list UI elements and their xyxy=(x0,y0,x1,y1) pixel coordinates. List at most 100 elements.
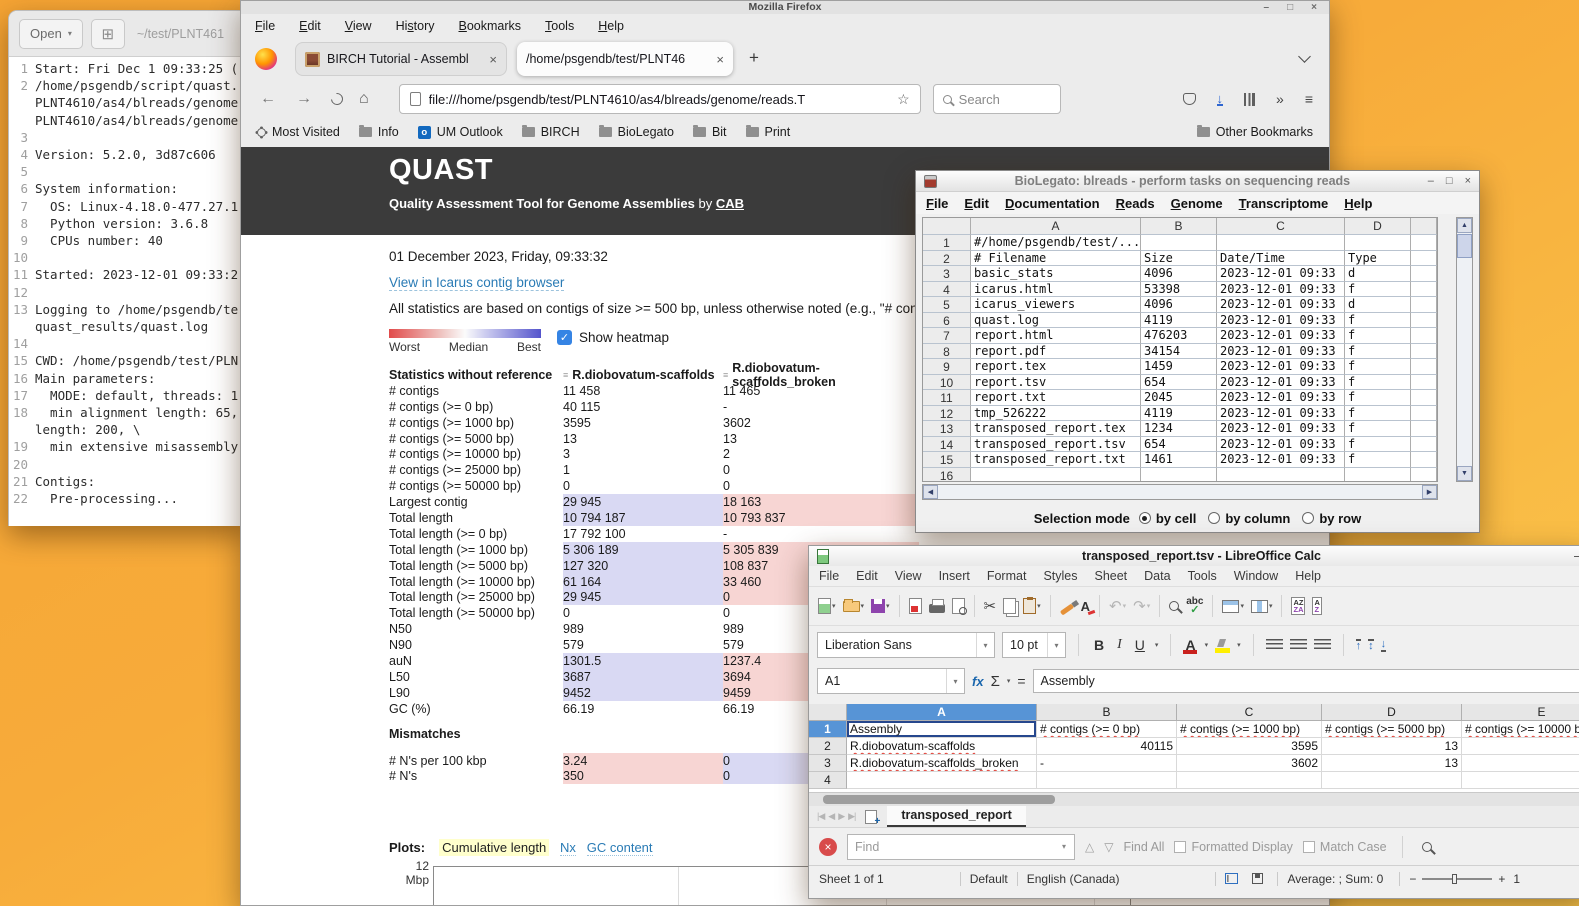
table-row[interactable]: 6quast.log41192023-12-01 09:33f xyxy=(923,313,1437,329)
bookmark-print[interactable]: Print xyxy=(746,125,791,139)
zoom-out-button[interactable]: − xyxy=(1409,872,1416,886)
bookmark-star-icon[interactable]: ☆ xyxy=(897,91,910,108)
bookmark-most-visited[interactable]: Most Visited xyxy=(257,125,340,139)
close-button[interactable]: × xyxy=(1465,175,1471,187)
cell[interactable]: f xyxy=(1345,375,1411,391)
spelling-button[interactable]: abc✓ xyxy=(1183,593,1206,619)
cell[interactable]: 53398 xyxy=(1141,282,1217,298)
formula-button[interactable]: = xyxy=(1017,673,1025,689)
cell-B4[interactable] xyxy=(1037,772,1177,789)
bookmark-birch[interactable]: BIRCH xyxy=(522,125,580,139)
menu-item-help[interactable]: Help xyxy=(1344,196,1372,211)
new-button[interactable]: ▾ xyxy=(815,593,839,619)
cell[interactable]: f xyxy=(1345,406,1411,422)
cab-link[interactable]: CAB xyxy=(716,196,744,211)
open-button[interactable]: Open ▾ xyxy=(19,19,83,49)
highlight-color-button[interactable] xyxy=(1215,639,1230,651)
formula-input[interactable]: Assembly xyxy=(1033,669,1579,693)
firefox-logo-icon[interactable] xyxy=(255,48,277,70)
save-button[interactable]: ▾ xyxy=(868,593,893,619)
row-header-1[interactable]: 1 xyxy=(809,721,847,738)
menu-item-styles[interactable]: Styles xyxy=(1043,569,1077,583)
find-next-button[interactable]: ▽ xyxy=(1104,840,1113,854)
cell[interactable]: 2023-12-01 09:33 xyxy=(1217,359,1345,375)
cell[interactable]: d xyxy=(1345,266,1411,282)
show-heatmap-checkbox[interactable]: ✓ xyxy=(557,330,572,345)
menu-item-window[interactable]: Window xyxy=(1234,569,1278,583)
close-find-bar-button[interactable]: × xyxy=(819,838,837,856)
cell[interactable]: 2023-12-01 09:33 xyxy=(1217,452,1345,468)
cell[interactable] xyxy=(1345,235,1411,251)
open-button[interactable]: ▾ xyxy=(840,593,868,619)
home-button[interactable]: ⌂ xyxy=(359,90,369,108)
tab-birch-tutorial[interactable]: BIRCH Tutorial - Assembl × xyxy=(295,42,507,76)
cell-A3[interactable]: R.diobovatum-scaffolds_broken xyxy=(847,755,1037,772)
row-header[interactable]: 1 xyxy=(923,235,971,251)
align-bottom-button[interactable]: ↓ xyxy=(1381,639,1387,652)
table-row[interactable]: 9report.tex14592023-12-01 09:33f xyxy=(923,359,1437,375)
formatted-display-checkbox[interactable]: Formatted Display xyxy=(1174,840,1292,854)
clear-formatting-button[interactable]: A xyxy=(1078,593,1093,619)
last-sheet-icon[interactable]: ▶| xyxy=(848,811,855,822)
row-header[interactable]: 9 xyxy=(923,359,971,375)
cell[interactable]: 4119 xyxy=(1141,313,1217,329)
row-header-2[interactable]: 2 xyxy=(809,738,847,755)
minimize-button[interactable]: – xyxy=(1428,175,1434,187)
bookmark-bit[interactable]: Bit xyxy=(693,125,727,139)
cell[interactable] xyxy=(1217,468,1345,483)
table-row[interactable]: 10report.tsv6542023-12-01 09:33f xyxy=(923,375,1437,391)
page-style[interactable]: Default xyxy=(970,872,1008,886)
menu-item-view[interactable]: View xyxy=(895,569,922,583)
underline-button[interactable]: U xyxy=(1132,637,1148,653)
url-bar[interactable]: file:///home/psgendb/test/PLNT4610/as4/b… xyxy=(399,84,921,114)
select-all-corner[interactable] xyxy=(809,704,847,721)
vertical-scrollbar[interactable]: ▲ ▼ xyxy=(1456,217,1473,482)
cell[interactable]: 2023-12-01 09:33 xyxy=(1217,282,1345,298)
cell-E1[interactable]: # contigs (>= 10000 bp) xyxy=(1462,721,1579,738)
cell[interactable]: 1459 xyxy=(1141,359,1217,375)
menu-item-sheet[interactable]: Sheet xyxy=(1094,569,1127,583)
menu-item-tools[interactable]: Tools xyxy=(1188,569,1217,583)
copy-button[interactable] xyxy=(1000,593,1019,619)
menu-item-format[interactable]: Format xyxy=(987,569,1027,583)
sort-ascending-button[interactable]: AZ xyxy=(1309,593,1324,619)
next-sheet-icon[interactable]: ▶ xyxy=(838,811,844,822)
table-row[interactable]: 7report.html4762032023-12-01 09:33f xyxy=(923,328,1437,344)
cell[interactable]: transposed_report.tsv xyxy=(971,437,1141,453)
column-header-A[interactable]: A xyxy=(971,218,1141,235)
cell[interactable]: report.tsv xyxy=(971,375,1141,391)
scrollbar-thumb[interactable] xyxy=(1457,234,1472,258)
menu-item-documentation[interactable]: Documentation xyxy=(1005,196,1100,211)
align-top-button[interactable]: ↑ xyxy=(1356,639,1362,652)
biolegato-titlebar[interactable]: BioLegato: blreads - perform tasks on se… xyxy=(916,171,1479,192)
insert-mode-icon[interactable]: I xyxy=(1225,873,1238,884)
cell[interactable]: f xyxy=(1345,437,1411,453)
table-row[interactable]: 16 xyxy=(923,468,1437,483)
cell[interactable]: 4119 xyxy=(1141,406,1217,422)
menu-item-view[interactable]: View xyxy=(345,19,372,33)
cell[interactable]: 4096 xyxy=(1141,266,1217,282)
menu-item-help[interactable]: Help xyxy=(598,19,624,33)
cell[interactable]: 2023-12-01 09:33 xyxy=(1217,266,1345,282)
sort-button[interactable]: AZZA xyxy=(1288,593,1308,619)
column-header-C[interactable]: C xyxy=(1177,704,1322,721)
table-row[interactable]: 2# FilenameSizeDate/TimeType xyxy=(923,251,1437,267)
cell[interactable]: # Filename xyxy=(971,251,1141,267)
table-row[interactable]: 11report.txt20452023-12-01 09:33f xyxy=(923,390,1437,406)
font-color-button[interactable]: A xyxy=(1183,637,1197,653)
calc-titlebar[interactable]: transposed_report.tsv - LibreOffice Calc… xyxy=(809,546,1579,566)
cell-A2[interactable]: R.diobovatum-scaffolds xyxy=(847,738,1037,755)
zoom-in-button[interactable]: + xyxy=(1498,872,1505,886)
name-box[interactable]: A1 ▾ xyxy=(817,668,965,694)
file-table[interactable]: ABCD1#/home/psgendb/test/...2# FilenameS… xyxy=(922,217,1438,482)
cell[interactable]: f xyxy=(1345,359,1411,375)
cell-D2[interactable]: 13 xyxy=(1322,738,1462,755)
row-header[interactable]: 4 xyxy=(923,282,971,298)
cell-C2[interactable]: 3595 xyxy=(1177,738,1322,755)
app-menu-icon[interactable]: ≡ xyxy=(1305,91,1313,107)
table-row[interactable]: 3basic_stats40962023-12-01 09:33d xyxy=(923,266,1437,282)
cell[interactable]: transposed_report.txt xyxy=(971,452,1141,468)
forward-button[interactable]: → xyxy=(293,90,315,108)
cell[interactable]: 2023-12-01 09:33 xyxy=(1217,390,1345,406)
cell-C3[interactable]: 3602 xyxy=(1177,755,1322,772)
